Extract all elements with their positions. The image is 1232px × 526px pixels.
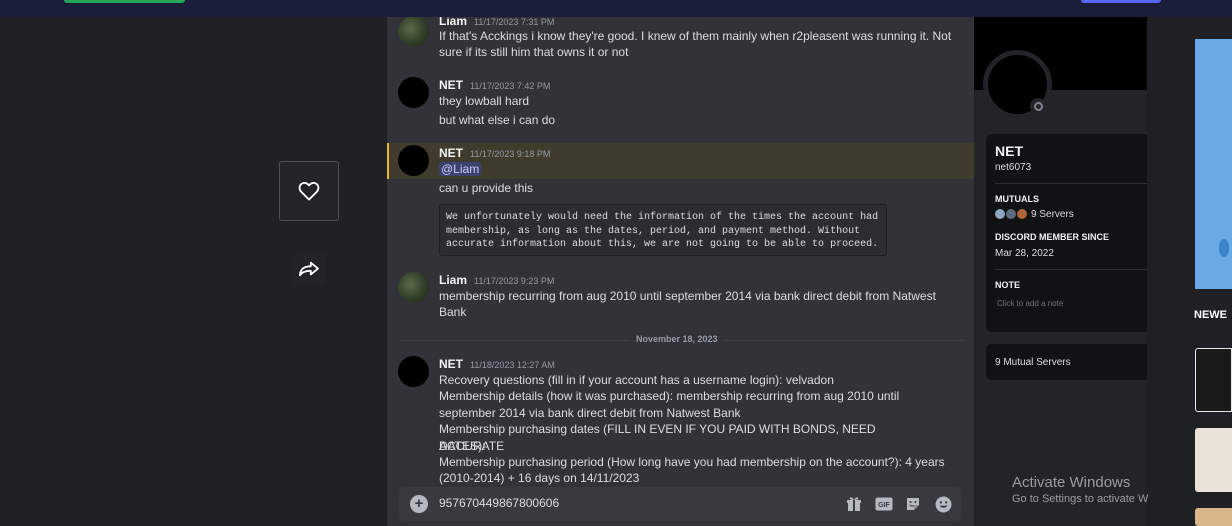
profile-username: net6073 [995, 162, 1032, 173]
message-timestamp: 11/17/2023 7:31 PM [474, 17, 555, 27]
message-text: can u provide this [439, 181, 534, 195]
sticker-icon [907, 498, 919, 510]
message-author[interactable]: NET 11/18/2023 12:27 AM [439, 357, 555, 371]
message-author[interactable]: Liam 11/17/2023 7:31 PM [439, 17, 554, 28]
gift-button[interactable] [845, 495, 863, 513]
chat-message: NET 11/17/2023 7:42 PM they lowball hard … [387, 73, 974, 133]
avatar[interactable] [398, 356, 429, 387]
server-icon [1017, 209, 1027, 219]
profile-display-name: NET [995, 143, 1023, 159]
gif-button[interactable]: GIF [875, 495, 893, 513]
mutuals-heading: MUTUALS [995, 194, 1039, 204]
message-input[interactable] [439, 496, 819, 510]
promo-image[interactable] [1195, 39, 1232, 289]
share-button[interactable] [292, 252, 326, 286]
server-icon [1006, 209, 1016, 219]
chat-message: NET 11/17/2023 9:18 PM @Liam can u provid… [387, 143, 974, 263]
add-attachment-button[interactable]: + [410, 495, 428, 513]
like-button[interactable] [279, 161, 339, 221]
chat-message: Liam 11/17/2023 9:23 PM membership recurr… [387, 271, 974, 327]
blue-button[interactable] [1081, 0, 1161, 3]
message-text: Recovery questions (fill in if your acco… [439, 373, 834, 387]
message-timestamp: 11/17/2023 7:42 PM [470, 81, 551, 91]
message-timestamp: 11/17/2023 9:18 PM [470, 149, 551, 159]
message-text: If that's Acckings i know they're good. … [439, 29, 952, 43]
chat-message: NET 11/18/2023 12:27 AM Recovery question… [387, 355, 974, 487]
message-composer: + GIF [399, 487, 961, 521]
thumbnail[interactable] [1195, 428, 1232, 492]
message-text: september 2014 via bank direct debit fro… [439, 406, 741, 420]
message-timestamp: 11/18/2023 12:27 AM [470, 360, 555, 370]
avatar[interactable] [398, 17, 429, 47]
message-text: Membership purchasing period (How long h… [439, 455, 945, 469]
member-since-heading: DISCORD MEMBER SINCE [995, 232, 1110, 242]
share-arrow-icon [299, 261, 319, 277]
server-icon [995, 209, 1005, 219]
profile-card: NET net6073 MUTUALS 9 Servers DISCORD ME… [986, 134, 1147, 332]
message-text: but what else i can do [439, 113, 556, 127]
thumbnail[interactable] [1195, 348, 1232, 412]
watermark-subtitle: Go to Settings to activate W [1012, 493, 1149, 505]
green-button[interactable] [64, 0, 185, 3]
message-text: membership recurring from aug 2010 until… [439, 289, 936, 303]
divider [995, 269, 1147, 270]
note-heading: NOTE [995, 280, 1021, 290]
message-text: Bank [439, 305, 467, 319]
emoji-button[interactable] [934, 495, 952, 513]
gift-icon [847, 497, 861, 511]
mutuals-count[interactable]: 9 Servers [1031, 209, 1074, 220]
mutual-servers-tab[interactable]: 9 Mutual Servers [986, 344, 1147, 380]
message-text: DATES): [439, 439, 486, 453]
message-text: (2010-2014) + 16 days on 14/11/2023 [439, 471, 640, 485]
svg-text:GIF: GIF [878, 502, 890, 509]
message-author[interactable]: Liam 11/17/2023 9:23 PM [439, 273, 554, 287]
mutual-server-icons[interactable] [995, 209, 1027, 219]
windows-activation-watermark: Activate Windows Go to Settings to activ… [1012, 474, 1148, 505]
avatar[interactable] [398, 77, 429, 108]
code-block: We unfortunately would need the informat… [439, 204, 887, 256]
message-author[interactable]: NET 11/17/2023 9:18 PM [439, 146, 550, 160]
avatar[interactable] [398, 145, 429, 176]
message-text: Membership details (how it was purchased… [439, 389, 900, 403]
chat-message: Liam 11/17/2023 7:31 PM If that's Accking… [387, 17, 974, 67]
sticker-button[interactable] [904, 495, 922, 513]
user-profile-panel: NET net6073 MUTUALS 9 Servers DISCORD ME… [974, 17, 1147, 526]
section-heading: NEWE [1194, 309, 1227, 321]
note-input[interactable] [997, 299, 1137, 308]
emoji-icon [935, 496, 951, 512]
watermark-title: Activate Windows [1012, 474, 1131, 491]
top-bar [0, 0, 1232, 17]
left-panel [0, 17, 387, 526]
right-sidebar: NEWE [1147, 17, 1232, 526]
heart-icon [298, 181, 320, 201]
message-author[interactable]: NET 11/17/2023 7:42 PM [439, 78, 550, 92]
divider [995, 183, 1147, 184]
member-since-date: Mar 28, 2022 [995, 248, 1054, 259]
message-timestamp: 11/17/2023 9:23 PM [474, 276, 555, 286]
message-text: sure if its still him that owns it or no… [439, 45, 629, 59]
offline-status-icon [1030, 98, 1046, 114]
message-text: they lowball hard [439, 94, 530, 108]
chat-area: Liam 11/17/2023 7:31 PM If that's Accking… [387, 17, 974, 526]
user-mention[interactable]: @Liam [439, 162, 482, 176]
gif-icon: GIF [875, 497, 893, 511]
avatar[interactable] [398, 272, 429, 303]
thumbnail[interactable] [1195, 508, 1232, 526]
date-divider-label: November 18, 2023 [630, 334, 724, 344]
